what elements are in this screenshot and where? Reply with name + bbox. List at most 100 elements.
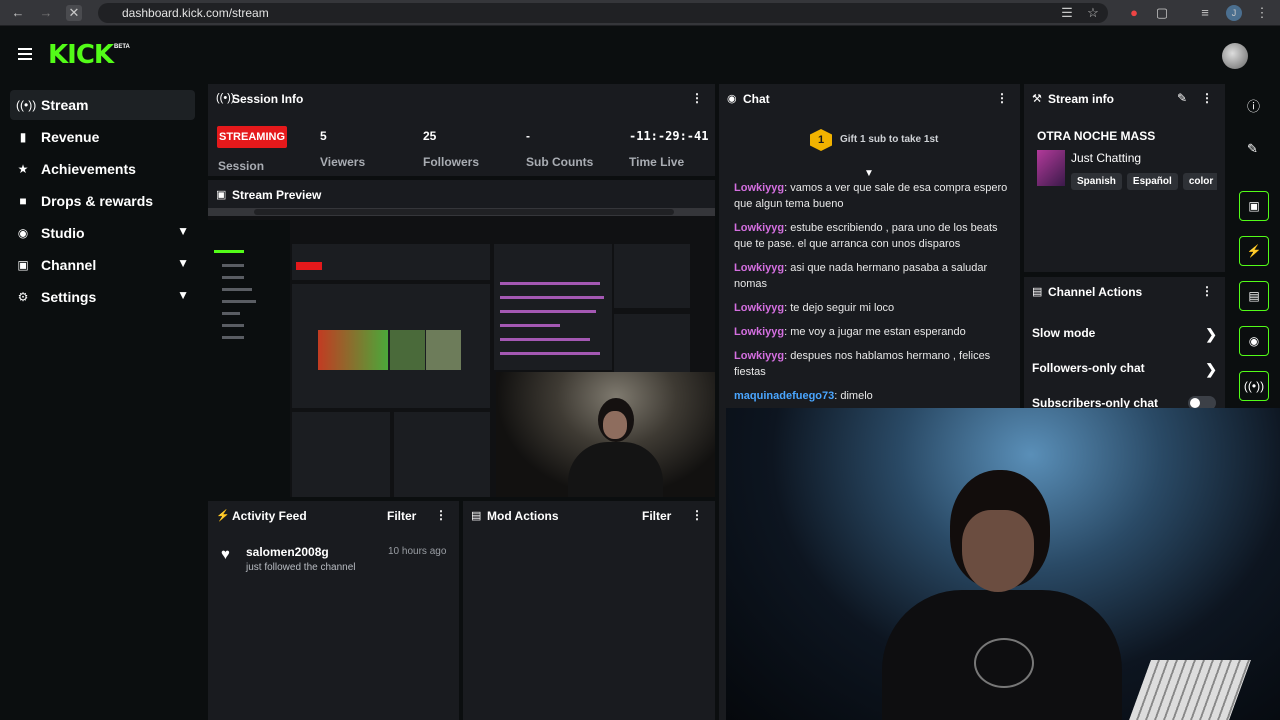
panel-title: Mod Actions xyxy=(487,509,559,523)
sub-count: - xyxy=(526,129,530,143)
chat-username[interactable]: maquinadefuego73 xyxy=(734,390,834,402)
address-bar[interactable]: dashboard.kick.com/stream xyxy=(98,3,1108,23)
streamer-face xyxy=(962,510,1034,592)
list-icon: ▤ xyxy=(471,510,482,522)
sidebar-item-channel[interactable]: ▣ Channel ▼ xyxy=(10,250,195,280)
preview-session-panel xyxy=(292,244,490,280)
stream-tags: Spanish Español color xyxy=(1071,171,1217,190)
streaming-badge: STREAMING xyxy=(217,126,287,148)
flash-button[interactable]: ⚡ xyxy=(1239,236,1269,266)
info-icon[interactable]: ⓘ xyxy=(1247,96,1260,115)
more-options-icon[interactable]: ⋮ xyxy=(691,508,703,522)
more-options-icon[interactable]: ⋮ xyxy=(996,91,1008,105)
chat-bubble-icon: ◉ xyxy=(727,93,737,105)
stream-preview-video[interactable] xyxy=(208,208,715,497)
forward-icon[interactable]: → xyxy=(38,5,54,21)
chat-text: : me voy a jugar me estan esperando xyxy=(784,326,966,338)
user-avatar[interactable] xyxy=(1222,43,1248,69)
menu-kebab-icon[interactable]: ⋮ xyxy=(1254,5,1270,21)
panel-title: Stream info xyxy=(1048,92,1115,106)
category-name[interactable]: Just Chatting xyxy=(1071,151,1141,165)
document-button[interactable]: ▤ xyxy=(1239,281,1269,311)
tag[interactable]: color xyxy=(1182,173,1217,190)
activity-filter-button[interactable]: Filter xyxy=(387,509,416,523)
sidebar-item-settings[interactable]: ⚙ Settings ▼ xyxy=(10,282,195,312)
chat-username[interactable]: Lowkiyyg xyxy=(734,262,784,274)
flash-icon: ⚡ xyxy=(216,510,230,522)
panel-title: Session Info xyxy=(232,92,304,106)
camera-icon: ◉ xyxy=(17,226,29,240)
chat-username[interactable]: Lowkiyyg xyxy=(734,302,784,314)
back-icon[interactable]: ← xyxy=(10,5,26,21)
broadcast-icon: ((•)) xyxy=(16,98,37,112)
activity-time: 10 hours ago xyxy=(388,546,447,557)
edit-pencil-icon[interactable]: ✎ xyxy=(1247,141,1258,157)
tag[interactable]: Español xyxy=(1126,173,1178,190)
chevron-right-icon: ❯ xyxy=(1205,361,1217,377)
chat-message: Lowkiyyg: me voy a jugar me estan espera… xyxy=(734,324,1009,340)
sidebar-item-drops[interactable]: ■ Drops & rewards xyxy=(10,186,195,216)
activity-feed-panel: ⚡ Activity Feed ⋮ xyxy=(208,501,459,720)
mod-filter-button[interactable]: Filter xyxy=(642,509,671,523)
chat-message: Lowkiyyg: vamos a ver que sale de esa co… xyxy=(734,180,1009,212)
category-thumbnail[interactable] xyxy=(1037,150,1065,186)
sidebar-item-label: Revenue xyxy=(41,129,100,145)
chat-username[interactable]: Lowkiyyg xyxy=(734,182,784,194)
chat-username[interactable]: Lowkiyyg xyxy=(734,326,784,338)
gift-sub-prompt[interactable]: Gift 1 sub to take 1st xyxy=(840,134,938,145)
viewers-count: 5 xyxy=(320,129,327,143)
chat-text: : dimelo xyxy=(834,390,873,402)
bookmark-star-icon[interactable]: ☆ xyxy=(1085,5,1101,21)
channel-actions-panel: ▤ Channel Actions ⋮ xyxy=(1024,277,1225,408)
preview-streamer-face xyxy=(603,411,627,439)
preview-image xyxy=(318,330,388,370)
chevron-down-icon: ▼ xyxy=(177,288,189,302)
gift-icon: ■ xyxy=(19,194,27,208)
extensions-icon[interactable]: ▢ xyxy=(1154,5,1170,21)
chat-button[interactable]: ◉ xyxy=(1239,326,1269,356)
panel-title: Activity Feed xyxy=(232,509,307,523)
extension-icon[interactable]: ● xyxy=(1126,5,1142,21)
sidebar-item-stream[interactable]: ((•)) Stream xyxy=(10,90,195,120)
tag[interactable]: Spanish xyxy=(1071,173,1122,190)
sidebar-item-label: Drops & rewards xyxy=(41,193,154,209)
preview-channel-actions-panel xyxy=(614,314,690,372)
media-icon[interactable]: ≡ xyxy=(1197,5,1213,21)
top-navigation xyxy=(0,26,1280,83)
chat-username[interactable]: Lowkiyyg xyxy=(734,350,784,362)
preview-image xyxy=(390,330,425,370)
preview-toggle-button[interactable]: ▣ xyxy=(1239,191,1269,221)
chat-pin-icon[interactable]: ▼ xyxy=(864,168,874,179)
more-options-icon[interactable]: ⋮ xyxy=(691,91,703,105)
trophy-icon: ★ xyxy=(17,162,29,176)
more-options-icon[interactable]: ⋮ xyxy=(435,508,447,522)
edit-pencil-icon[interactable]: ✎ xyxy=(1177,91,1187,105)
heart-icon: ♥ xyxy=(221,546,230,563)
chat-message: maquinadefuego73: dimelo xyxy=(734,388,1009,404)
preview-stream-info-panel xyxy=(614,244,690,308)
sub-counts-label: Sub Counts xyxy=(526,155,594,169)
profile-icon[interactable]: J xyxy=(1226,5,1242,21)
sidebar-item-studio[interactable]: ◉ Studio ▼ xyxy=(10,218,195,248)
sidebar-item-achievements[interactable]: ★ Achievements xyxy=(10,154,195,184)
slow-mode-row[interactable]: Slow mode ❯ xyxy=(1032,326,1217,342)
kick-logo[interactable]: KICK xyxy=(48,40,114,70)
translate-icon[interactable]: ☰ xyxy=(1059,5,1075,21)
preview-image xyxy=(426,330,461,370)
action-label: Followers-only chat xyxy=(1032,361,1145,375)
chat-message: Lowkiyyg: estube escribiendo , para uno … xyxy=(734,220,1009,252)
preview-mod-panel xyxy=(394,412,490,497)
broadcast-button[interactable]: ((•)) xyxy=(1239,371,1269,401)
hamburger-menu-icon[interactable] xyxy=(18,48,32,60)
beta-label: BETA xyxy=(114,44,130,50)
chat-username[interactable]: Lowkiyyg xyxy=(734,222,784,234)
chevron-down-icon: ▼ xyxy=(177,224,189,238)
more-options-icon[interactable]: ⋮ xyxy=(1201,91,1213,105)
activity-username[interactable]: salomen2008g xyxy=(246,545,329,559)
stop-icon[interactable]: ✕ xyxy=(66,5,82,21)
sidebar-item-revenue[interactable]: ▮ Revenue xyxy=(10,122,195,152)
stream-title: OTRA NOCHE MASS xyxy=(1037,129,1156,143)
followers-only-row[interactable]: Followers-only chat ❯ xyxy=(1032,361,1217,377)
sidebar-item-label: Settings xyxy=(41,289,97,305)
more-options-icon[interactable]: ⋮ xyxy=(1201,284,1213,298)
